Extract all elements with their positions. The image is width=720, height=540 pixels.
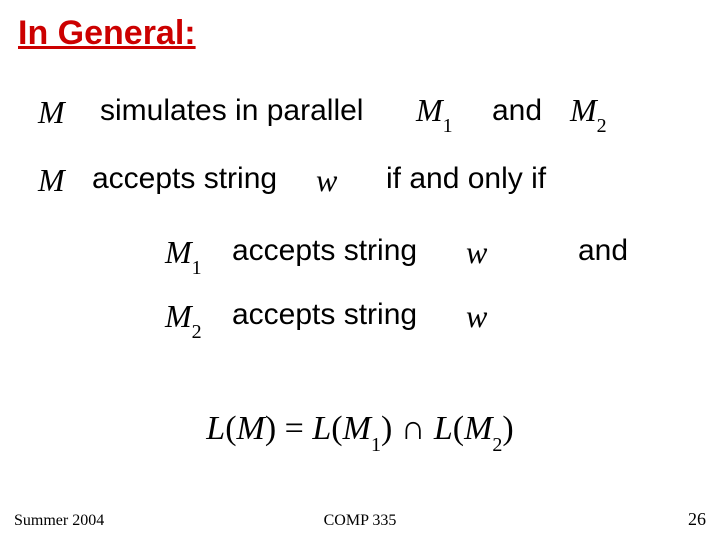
symbol-M: M <box>38 94 65 130</box>
symbol-M1: M1 <box>416 92 453 134</box>
text-simulates: simulates in parallel <box>100 94 363 128</box>
slide: In General: M simulates in parallel M1 a… <box>0 0 720 540</box>
symbol-w-2: w <box>466 234 487 271</box>
text-accepts-2: accepts string <box>232 234 417 268</box>
footer-page-number: 26 <box>688 509 706 530</box>
text-iff: if and only if <box>386 162 546 196</box>
symbol-M-2: M <box>38 162 65 199</box>
symbol-w-3: w <box>466 298 487 335</box>
symbol-w-1: w <box>316 162 337 199</box>
text-and-1: and <box>492 94 542 128</box>
text-and-2: and <box>578 234 628 268</box>
symbol-M1-2: M1 <box>165 234 202 276</box>
text-accepts-3: accepts string <box>232 298 417 332</box>
symbol-M2: M2 <box>570 92 607 134</box>
symbol-M2-2: M2 <box>165 298 202 340</box>
equation: L(M) = L(M1) ∩ L(M2) <box>0 410 720 453</box>
slide-title: In General: <box>18 14 196 53</box>
line-1: M <box>38 94 65 131</box>
footer-course: COMP 335 <box>0 512 720 530</box>
text-accepts-1: accepts string <box>92 162 277 196</box>
